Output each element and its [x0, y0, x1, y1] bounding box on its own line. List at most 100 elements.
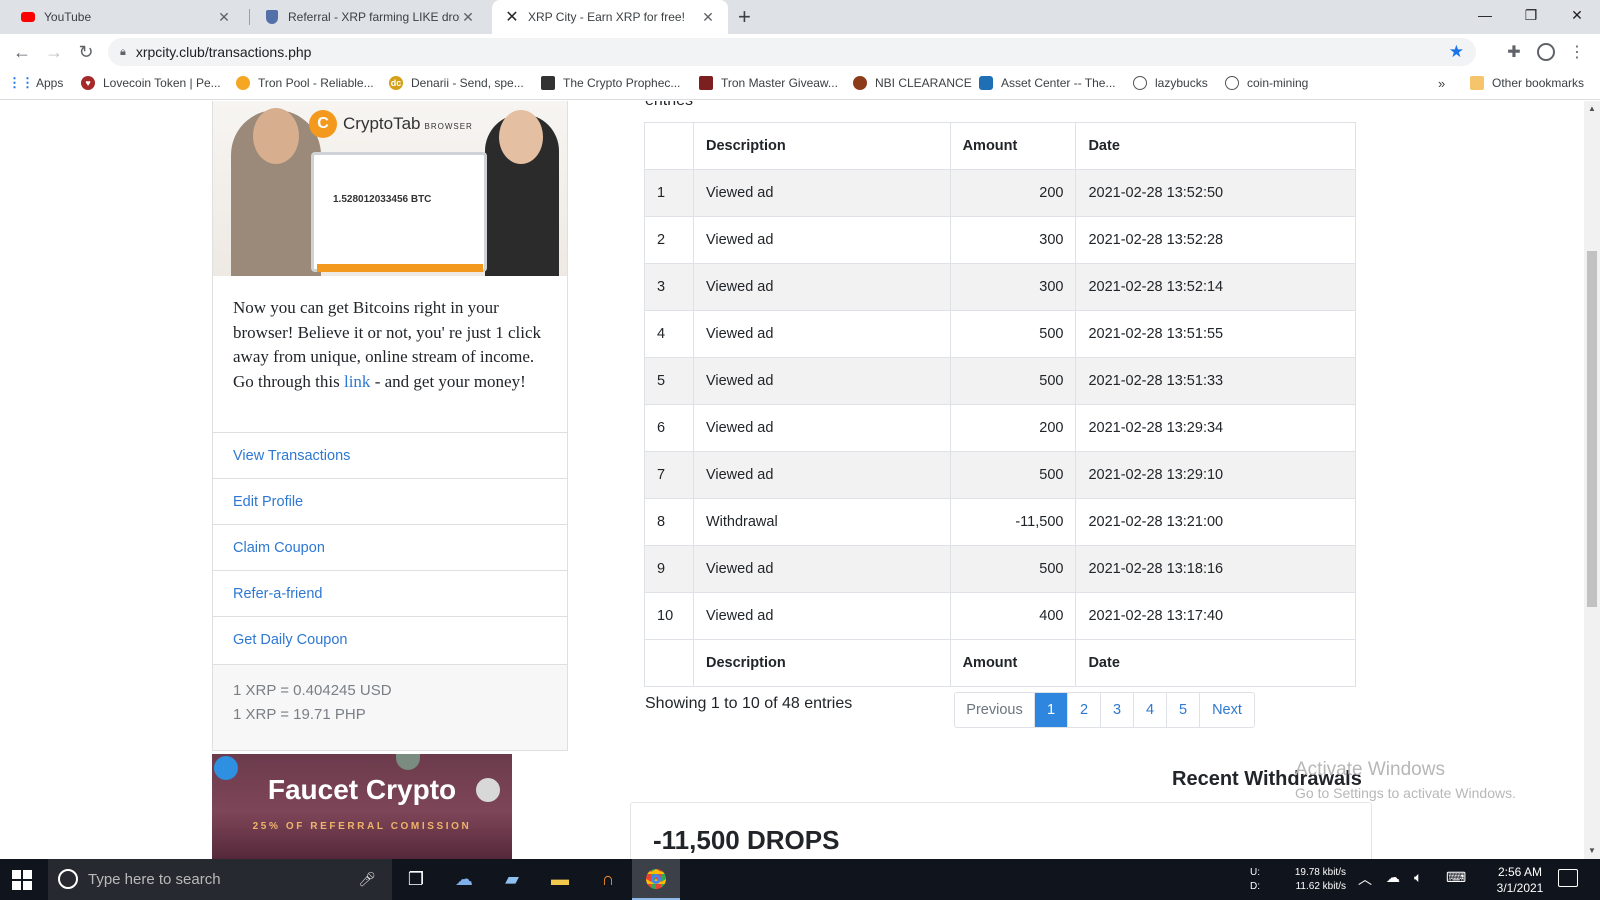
notification-center-icon[interactable]	[1558, 869, 1578, 887]
tab-xrp-city[interactable]: ✕ XRP City - Earn XRP for free! ✕	[492, 0, 728, 34]
bookmark-lovecoin[interactable]: ♥ Lovecoin Token | Pe...	[81, 76, 221, 90]
other-bookmarks[interactable]: Other bookmarks	[1470, 76, 1584, 90]
menu-claim-coupon[interactable]: Claim Coupon	[213, 524, 567, 570]
scroll-up-icon[interactable]: ▲	[1588, 104, 1596, 113]
promo-link[interactable]: link	[344, 372, 370, 391]
row-date: 2021-02-28 13:29:34	[1075, 404, 1356, 452]
menu-view-transactions[interactable]: View Transactions	[213, 432, 567, 478]
heart-icon: ♥	[81, 76, 95, 90]
faucet-crypto-ad[interactable]: Faucet Crypto 25% OF REFERRAL COMISSION	[212, 754, 512, 859]
cryptotab-logo-icon: C	[309, 110, 337, 138]
minimize-button[interactable]: —	[1462, 0, 1508, 30]
pagination-page[interactable]: 5	[1166, 693, 1199, 727]
menu-edit-profile[interactable]: Edit Profile	[213, 478, 567, 524]
pagination-page[interactable]: 1	[1034, 693, 1067, 727]
row-index: 2	[644, 216, 694, 264]
chrome-icon[interactable]	[632, 859, 680, 900]
cube-icon	[979, 76, 993, 90]
row-index: 8	[644, 498, 694, 546]
page-scrollbar[interactable]: ▲ ▼	[1584, 101, 1600, 859]
app-icon[interactable]: ☁	[440, 859, 488, 900]
keyboard-icon[interactable]: ⌨	[1446, 869, 1466, 886]
task-view-icon[interactable]: ❐	[392, 859, 440, 900]
windows-taskbar: Type here to search 🎤︎ ❐ ☁ ▰ ▬ ∩ U: D: 1…	[0, 859, 1600, 900]
taskbar-search[interactable]: Type here to search 🎤︎	[48, 859, 392, 900]
table-info: Showing 1 to 10 of 48 entries	[645, 695, 853, 712]
recent-withdrawal-amount: -11,500 DROPS	[653, 825, 840, 855]
column-header[interactable]: Date	[1075, 122, 1356, 170]
address-bar[interactable]: 🔒︎ xrpcity.club/transactions.php ★	[108, 38, 1476, 66]
bookmark-apps[interactable]: ⋮⋮ Apps	[8, 75, 63, 90]
restore-button[interactable]: ❐	[1508, 0, 1554, 30]
menu-get-daily-coupon[interactable]: Get Daily Coupon	[213, 616, 567, 662]
onedrive-cloud-icon[interactable]: ☁	[1386, 869, 1400, 886]
menu-kebab-icon[interactable]: ⋮	[1566, 41, 1588, 63]
table-row: 7 Viewed ad 500 2021-02-28 13:29:10	[644, 451, 1356, 499]
row-description: Viewed ad	[692, 451, 951, 499]
column-header[interactable]: Amount	[949, 122, 1077, 170]
bookmark-star-icon[interactable]: ★	[1449, 42, 1464, 62]
extensions-icon[interactable]: ✚	[1503, 41, 1525, 63]
scrollbar-thumb[interactable]	[1587, 251, 1597, 607]
tab-youtube[interactable]: YouTube ✕	[8, 0, 244, 34]
row-index: 10	[644, 592, 694, 640]
pagination-page[interactable]: 3	[1100, 693, 1133, 727]
tab-referral[interactable]: Referral - XRP farming LIKE drops ✕	[252, 0, 488, 34]
bookmark-label: Asset Center -- The...	[1001, 76, 1116, 90]
row-description: Viewed ad	[692, 357, 951, 405]
exchange-rates: 1 XRP = 0.404245 USD 1 XRP = 19.71 PHP	[213, 664, 567, 750]
forward-arrow-icon[interactable]: →	[42, 40, 66, 64]
close-icon[interactable]: ✕	[700, 9, 716, 26]
profile-avatar-icon[interactable]	[1535, 41, 1557, 63]
bookmark-tron-master[interactable]: Tron Master Giveaw...	[699, 76, 838, 90]
bookmark-asset-center[interactable]: Asset Center -- The...	[979, 76, 1116, 90]
ad-subtitle: 25% OF REFERRAL COMISSION	[252, 821, 472, 832]
tron-icon	[236, 76, 250, 90]
column-header[interactable]	[644, 122, 694, 170]
bookmark-label: NBI CLEARANCE	[875, 76, 972, 90]
headset-app-icon[interactable]: ∩	[584, 859, 632, 900]
bookmarks-overflow-chevron-icon[interactable]: »	[1438, 76, 1445, 91]
new-tab-button[interactable]: +	[738, 4, 751, 30]
woman-figure	[485, 110, 559, 276]
pagination-page[interactable]: 4	[1133, 693, 1166, 727]
bookmark-nbi[interactable]: NBI CLEARANCE	[853, 76, 972, 90]
notepad-icon[interactable]: ▰	[488, 859, 536, 900]
close-icon[interactable]: ✕	[216, 9, 232, 26]
coin-icon	[396, 754, 420, 770]
row-date: 2021-02-28 13:52:14	[1075, 263, 1356, 311]
close-window-button[interactable]: ✕	[1554, 0, 1600, 30]
menu-refer-a-friend[interactable]: Refer-a-friend	[213, 570, 567, 616]
clock-time: 2:56 AM	[1497, 865, 1543, 879]
chevron-up-icon[interactable]: ︿	[1358, 869, 1372, 889]
reload-icon[interactable]: ↻	[74, 40, 98, 64]
close-icon[interactable]: ✕	[460, 9, 476, 26]
back-arrow-icon[interactable]: ←	[10, 40, 34, 64]
shield-icon	[264, 9, 280, 25]
badge-icon	[853, 76, 867, 90]
speaker-icon[interactable]: 🔈︎	[1414, 869, 1422, 886]
network-speed-values: 19.78 kbit/s 11.62 kbit/s	[1294, 867, 1346, 892]
row-amount: -11,500	[949, 498, 1077, 546]
bookmark-lazybucks[interactable]: lazybucks	[1133, 76, 1208, 90]
bookmark-crypto-prophec[interactable]: The Crypto Prophec...	[541, 76, 680, 90]
row-description: Withdrawal	[692, 498, 951, 546]
pagination-previous[interactable]: Previous	[955, 693, 1034, 727]
bookmark-label: coin-mining	[1247, 76, 1309, 90]
browser-toolbar: ← → ↻ 🔒︎ xrpcity.club/transactions.php ★…	[0, 34, 1600, 70]
scroll-down-icon[interactable]: ▼	[1588, 846, 1596, 855]
cryptotab-banner[interactable]: C CryptoTab BROWSER 1.528012033456 BTC	[213, 101, 567, 276]
microphone-icon[interactable]: 🎤︎	[358, 871, 376, 888]
file-explorer-icon[interactable]: ▬	[536, 859, 584, 900]
bookmark-tron-pool[interactable]: Tron Pool - Reliable...	[236, 76, 374, 90]
search-placeholder: Type here to search	[88, 871, 221, 888]
row-index: 5	[644, 357, 694, 405]
pagination-page[interactable]: 2	[1067, 693, 1100, 727]
pagination-next[interactable]: Next	[1199, 693, 1254, 727]
windows-start-icon[interactable]	[12, 870, 32, 890]
column-header[interactable]: Description	[692, 122, 951, 170]
entries-label: entries	[645, 101, 693, 110]
system-clock[interactable]: 2:56 AM 3/1/2021	[1488, 864, 1552, 896]
bookmark-denarii[interactable]: dc Denarii - Send, spe...	[389, 76, 524, 90]
bookmark-coin-mining[interactable]: coin-mining	[1225, 76, 1308, 90]
